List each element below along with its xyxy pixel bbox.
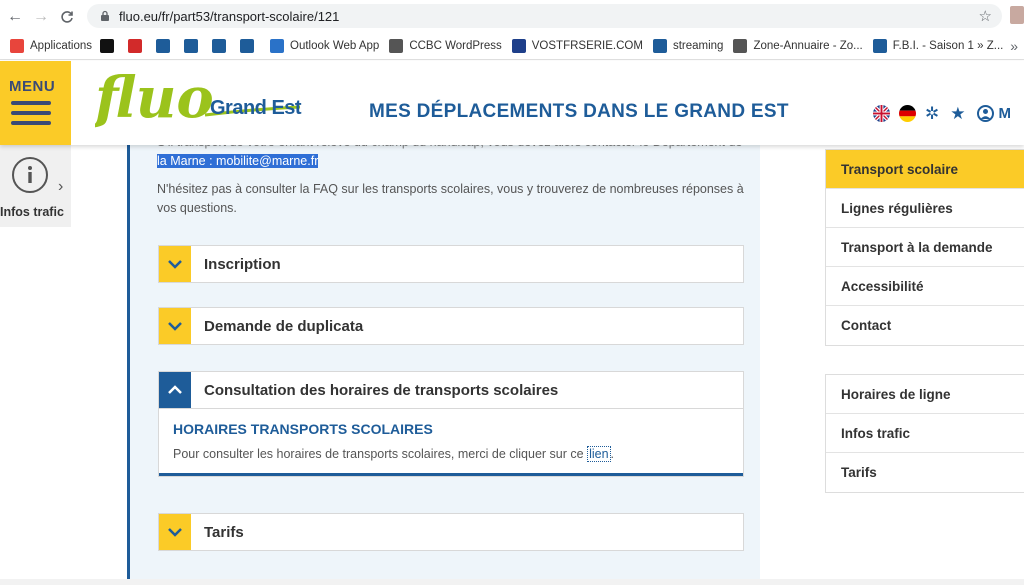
bookmark-item[interactable]: streaming	[652, 39, 724, 53]
horaires-link[interactable]: lien	[587, 446, 611, 462]
globe-icon	[389, 39, 404, 53]
bookmark-label: VOSTFRSERIE.COM	[531, 40, 643, 52]
accordion-panel: HORAIRES TRANSPORTS SCOLAIRES Pour consu…	[159, 408, 743, 476]
user-initial[interactable]: M	[999, 105, 1012, 122]
sidebar-secondary-nav: Horaires de ligne Infos trafic Tarifs	[825, 374, 1024, 493]
address-bar[interactable]: fluo.eu/fr/part53/transport-scolaire/121…	[87, 4, 1002, 28]
favorites-star-icon[interactable]: ★	[950, 105, 965, 122]
menu-button[interactable]: MENU	[0, 61, 71, 145]
status-strip	[0, 579, 1024, 585]
extension-icon[interactable]	[1010, 6, 1024, 24]
bookmark-item[interactable]	[212, 39, 232, 53]
apps-grid-icon	[10, 39, 24, 53]
bookmark-label: streaming	[672, 40, 724, 52]
accordion-horaires[interactable]: Consultation des horaires de transports …	[158, 371, 744, 477]
chevron-right-icon: ›	[58, 178, 64, 195]
forward-button[interactable]: →	[30, 6, 52, 28]
info-icon	[12, 157, 48, 193]
user-account-icon[interactable]	[976, 105, 994, 122]
page-title: MES DÉPLACEMENTS DANS LE GRAND EST	[369, 101, 789, 122]
train-icon	[652, 39, 667, 53]
sidebar-item[interactable]: Accessibilité	[826, 267, 1024, 306]
bookmark-label: F.B.I. - Saison 1 » Z...	[892, 40, 1004, 52]
bookmarks-bar: Applications Outlook Web App CCBC WordPres…	[0, 33, 1024, 60]
horaires-text: Pour consulter les horaires de transport…	[173, 446, 615, 462]
bookmark-item[interactable]	[156, 39, 176, 53]
sidebar-item[interactable]: Transport à la demande	[826, 228, 1024, 267]
uk-flag-icon[interactable]	[873, 105, 890, 122]
accordion-title: Inscription	[204, 255, 281, 273]
logo-text: fluo	[95, 69, 214, 131]
sidebar-item[interactable]: Infos trafic	[826, 414, 1024, 453]
sidebar-primary-nav: Transport scolaire Lignes régulières Trans…	[825, 149, 1024, 346]
accordion-title: Demande de duplicata	[204, 317, 364, 335]
sidebar-item[interactable]: Tarifs	[826, 453, 1024, 492]
bookmark-item[interactable]	[184, 39, 204, 53]
menu-label: MENU	[9, 78, 56, 95]
bookmark-label: Outlook Web App	[290, 40, 380, 52]
bookmark-item[interactable]: VOSTFRSERIE.COM	[511, 39, 643, 53]
accordion-inscription[interactable]: Inscription	[158, 245, 744, 283]
accordion-duplicata[interactable]: Demande de duplicata	[158, 307, 744, 345]
accordion-title: Tarifs	[204, 523, 244, 541]
logo-grandest: Grand Est	[210, 97, 302, 119]
hamburger-icon	[11, 101, 51, 131]
globe-icon	[872, 39, 887, 53]
chevron-up-icon[interactable]	[159, 372, 191, 408]
accordion-title: Consultation des horaires de transports …	[204, 381, 559, 399]
faq-paragraph: N'hésitez pas à consulter la FAQ sur les…	[157, 182, 744, 215]
bookmark-item[interactable]: Zone-Annuaire - Zo...	[733, 39, 863, 53]
browser-toolbar: ← → fluo.eu/fr/part53/transport-scolaire…	[0, 0, 1024, 33]
s-logo-icon	[184, 39, 199, 53]
bookmark-item[interactable]	[240, 39, 260, 53]
bookmark-item[interactable]: Applications	[10, 39, 92, 53]
intro-highlight-line: la Marne : mobilite@marne.fr	[157, 152, 747, 171]
sidebar-item[interactable]: Transport scolaire	[826, 150, 1024, 189]
sidebar-item[interactable]: Lignes régulières	[826, 189, 1024, 228]
chevron-down-icon[interactable]	[159, 308, 191, 344]
reload-button[interactable]	[56, 6, 78, 28]
bookmark-item[interactable]: F.B.I. - Saison 1 » Z...	[872, 39, 1004, 53]
marne-contact-highlight[interactable]: la Marne : mobilite@marne.fr	[157, 154, 319, 168]
train-icon	[156, 39, 171, 53]
infos-trafic-label: Infos trafic	[0, 205, 64, 219]
header-tools: ✲ ★ M	[873, 105, 1011, 122]
fish-icon	[212, 39, 227, 53]
sidebar-item[interactable]: Contact	[826, 306, 1024, 345]
de-flag-icon[interactable]	[899, 105, 916, 122]
bookmark-item[interactable]	[128, 39, 148, 53]
bookmark-label: Zone-Annuaire - Zo...	[753, 40, 863, 52]
bird-icon	[240, 39, 255, 53]
sidebar-item[interactable]: Horaires de ligne	[826, 375, 1024, 414]
d-logo-icon	[100, 39, 115, 53]
bookmark-item[interactable]: CCBC WordPress	[389, 39, 502, 53]
bookmarks-more-button[interactable]: »	[1010, 38, 1018, 54]
bookmark-item[interactable]	[100, 39, 120, 53]
back-button[interactable]: ←	[4, 6, 26, 28]
horaires-subtitle: HORAIRES TRANSPORTS SCOLAIRES	[173, 421, 433, 437]
site-header: MENU fluo Grand Est MES DÉPLACEMENTS DAN…	[0, 61, 1024, 145]
chevron-down-icon[interactable]	[159, 514, 191, 550]
infos-trafic-widget[interactable]: › Infos trafic	[0, 145, 71, 227]
accordion-tarifs[interactable]: Tarifs	[158, 513, 744, 551]
outlook-icon	[270, 39, 285, 53]
settings-gear-icon[interactable]: ✲	[925, 105, 939, 122]
gp-logo-icon	[128, 39, 143, 53]
bookmark-star-icon[interactable]: ☆	[979, 7, 992, 25]
globe-icon	[733, 39, 748, 53]
vs-logo-icon	[511, 39, 526, 53]
chevron-down-icon[interactable]	[159, 246, 191, 282]
bookmark-item[interactable]: Outlook Web App	[270, 39, 379, 53]
url-text: fluo.eu/fr/part53/transport-scolaire/121	[119, 8, 340, 24]
bookmark-label: CCBC WordPress	[409, 40, 502, 52]
reload-icon	[61, 10, 73, 23]
lock-icon	[101, 10, 109, 21]
bookmark-label: Applications	[30, 40, 93, 52]
